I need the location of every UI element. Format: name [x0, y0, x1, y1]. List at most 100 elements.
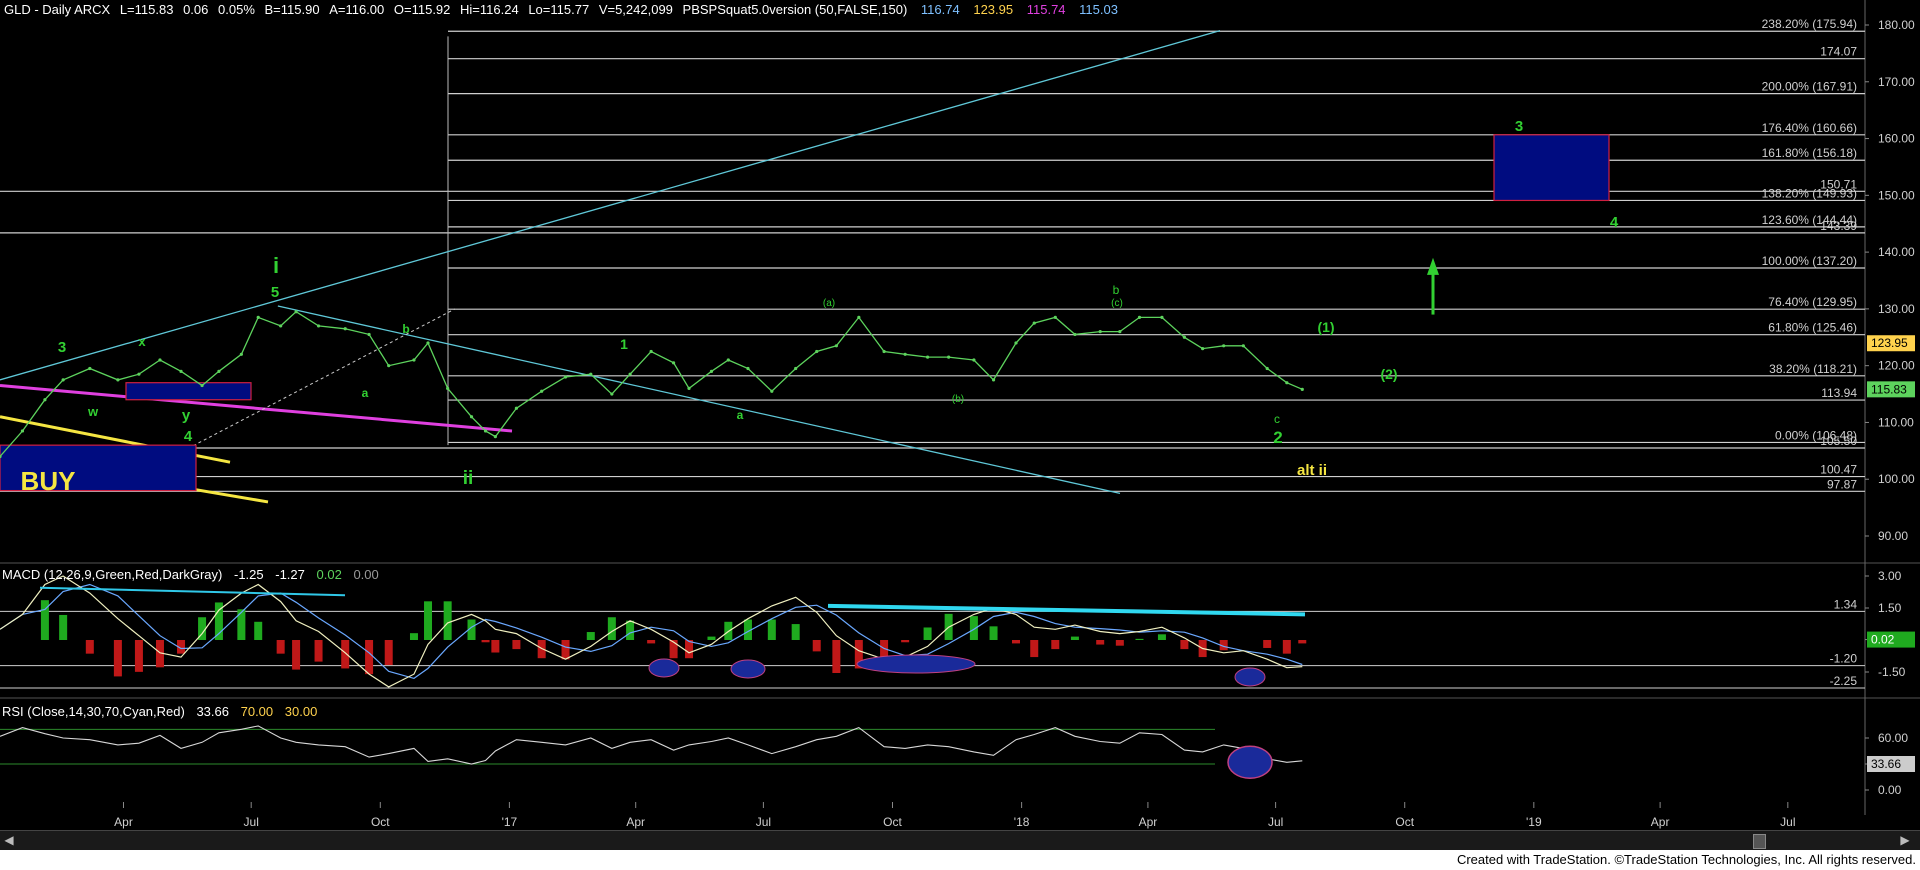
- macd-histogram-bar: [59, 614, 68, 640]
- fib-level-label: 61.80% (125.46): [1768, 321, 1857, 335]
- price-point: [649, 349, 653, 354]
- y-axis-tick-label: 180.00: [1878, 18, 1915, 32]
- study-label: PBSPSquat5.0version (50,FALSE,150): [682, 2, 908, 17]
- price-point: [610, 392, 614, 396]
- price-point: [1285, 381, 1289, 385]
- fib-level-label: 238.20% (175.94): [1762, 17, 1857, 31]
- price-point: [563, 375, 568, 379]
- y-axis-tick-label: 90.00: [1878, 529, 1908, 543]
- price-point: [116, 378, 120, 382]
- macd-histogram-bar: [409, 633, 418, 640]
- price-point: [179, 369, 183, 373]
- price-point: [770, 389, 774, 393]
- x-axis-tick-label: Oct: [1395, 815, 1414, 829]
- x-axis-tick-label: Jul: [756, 815, 771, 829]
- wave-label: 2: [1273, 428, 1282, 447]
- macd-histogram-bar: [685, 640, 694, 659]
- price-point: [279, 324, 283, 328]
- price-point: [493, 435, 497, 439]
- x-axis-tick-label: Oct: [371, 815, 390, 829]
- macd-axis-label: 1.50: [1878, 601, 1902, 615]
- price-point: [1222, 344, 1226, 348]
- macd-level-label: -1.20: [1830, 652, 1858, 666]
- macd-axis-label: -1.50: [1878, 665, 1906, 679]
- wave-label: y: [182, 407, 191, 424]
- rsi-value: 30.00: [284, 704, 318, 719]
- macd-histogram-bar: [237, 609, 246, 640]
- quote-field: 0.05%: [218, 2, 255, 17]
- macd-level-label: 1.34: [1834, 597, 1858, 611]
- wave-label: b: [1113, 283, 1120, 297]
- price-point: [1098, 330, 1102, 334]
- price-point: [1160, 315, 1164, 320]
- price-point: [387, 364, 391, 368]
- price-point: [972, 358, 976, 362]
- wave-label: BUY: [21, 466, 76, 496]
- y-axis-tick-label: 100.00: [1878, 472, 1915, 486]
- scroll-left-arrow-icon[interactable]: ◀: [2, 833, 16, 847]
- macd-histogram-bar: [113, 640, 122, 677]
- macd-axis-label: 0.02: [1871, 633, 1895, 647]
- macd-histogram-bar: [901, 640, 910, 643]
- scroll-right-arrow-icon[interactable]: ▶: [1898, 833, 1912, 847]
- wave-label: w: [87, 404, 99, 419]
- price-point: [343, 327, 347, 331]
- x-axis-tick-label: Apr: [1139, 815, 1158, 829]
- wave-label: 5: [271, 284, 279, 301]
- fib-level-label: 143.39: [1820, 219, 1857, 233]
- fib-level-label: 97.87: [1827, 477, 1857, 491]
- macd-histogram-bar: [254, 621, 263, 640]
- macd-value: -1.27: [275, 567, 305, 582]
- x-axis-tick-label: Apr: [626, 815, 645, 829]
- x-axis-tick-label: '17: [502, 815, 518, 829]
- wave-label: x: [138, 334, 146, 349]
- fib-level-label: 100.00% (137.20): [1762, 254, 1857, 268]
- price-point: [217, 369, 221, 373]
- macd-histogram-bar: [341, 640, 350, 669]
- price-point: [1118, 330, 1122, 334]
- macd-axis-label: 3.00: [1878, 569, 1902, 583]
- macd-histogram-bar: [607, 617, 616, 640]
- price-point: [628, 372, 632, 376]
- macd-histogram-bar: [812, 640, 821, 652]
- wave-label: (b): [952, 394, 964, 405]
- y-axis-tick-label: 170.00: [1878, 75, 1915, 89]
- price-point: [746, 366, 750, 371]
- price-point: [709, 369, 714, 373]
- wave-label: 4: [184, 428, 193, 445]
- rsi-value: 33.66: [196, 704, 229, 719]
- price-point: [88, 366, 92, 371]
- x-axis-tick-label: '18: [1014, 815, 1030, 829]
- quote-field: O=115.92: [393, 2, 451, 17]
- price-point: [446, 386, 450, 390]
- wave-label: 3: [1515, 118, 1523, 135]
- price-point: [857, 315, 861, 320]
- macd-histogram-bar: [1157, 634, 1166, 640]
- macd-histogram-bar: [1135, 638, 1144, 640]
- macd-histogram-bar: [561, 640, 570, 660]
- quote-field: Lo=115.77: [528, 2, 590, 17]
- y-axis-tick-label: 120.00: [1878, 359, 1915, 373]
- scroll-thumb[interactable]: [1753, 834, 1766, 849]
- price-point: [367, 332, 371, 337]
- rsi-axis-label: 60.00: [1878, 731, 1908, 745]
- wave-4-zone-box: [125, 382, 252, 401]
- divergence-marker: [856, 654, 976, 674]
- macd-histogram-bar: [85, 640, 94, 654]
- y-axis-tick-label: 140.00: [1878, 245, 1915, 259]
- price-point: [671, 361, 676, 365]
- horizontal-scrollbar[interactable]: ◀ ▶: [0, 830, 1920, 851]
- price-point: [1182, 335, 1186, 339]
- price-header: GLD - Daily ARCX L=115.83 0.06 0.05% B=1…: [4, 2, 1118, 17]
- macd-histogram-bar: [314, 640, 323, 662]
- fib-level-label: 138.20% (149.93): [1762, 186, 1857, 200]
- y-axis-tick-label: 130.00: [1878, 302, 1915, 316]
- price-point: [1300, 387, 1304, 391]
- rsi-header: RSI (Close,14,30,70,Cyan,Red) 33.66 70.0…: [2, 704, 317, 719]
- price-point: [137, 372, 141, 376]
- quote-field: 0.06: [183, 2, 209, 17]
- macd-histogram-bar: [707, 636, 716, 640]
- quote-field: Hi=116.24: [460, 2, 519, 17]
- macd-histogram-bar: [365, 640, 374, 675]
- x-axis-tick-label: Apr: [114, 815, 133, 829]
